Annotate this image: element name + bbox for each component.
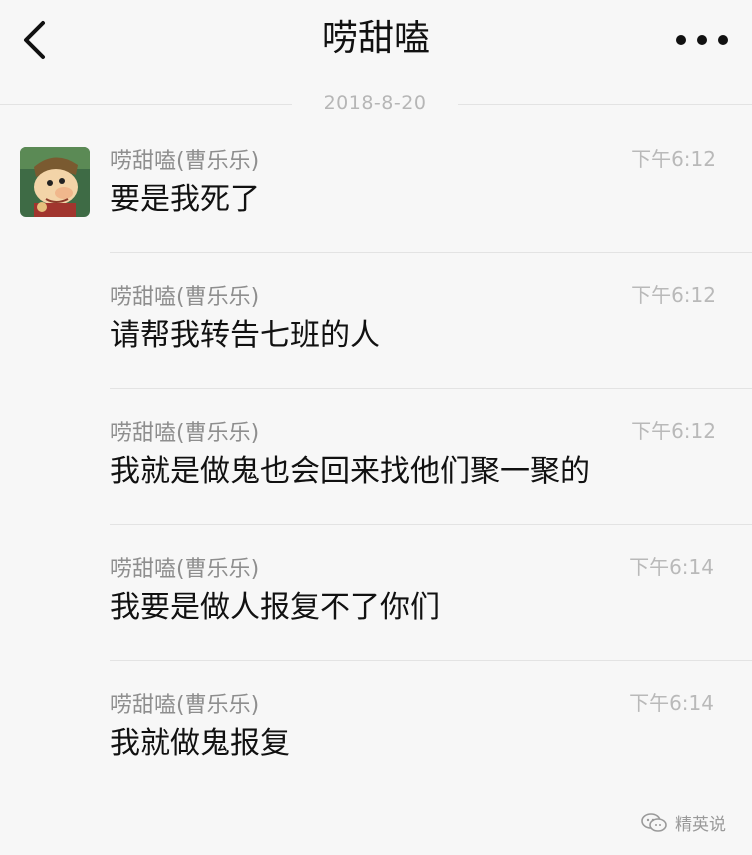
message-item[interactable]: 唠甜嗑(曹乐乐) 下午6:12 请帮我转告七班的人 bbox=[110, 279, 752, 415]
message-time: 下午6:12 bbox=[631, 419, 716, 443]
watermark: 精英说 bbox=[641, 810, 726, 835]
divider bbox=[0, 104, 292, 105]
message-text: 要是我死了 bbox=[110, 182, 260, 217]
divider bbox=[110, 524, 752, 525]
message-time: 下午6:14 bbox=[629, 691, 714, 715]
message-item[interactable]: 唠甜嗑(曹乐乐) 下午6:14 我就做鬼报复 bbox=[110, 687, 752, 823]
page-title: 唠甜嗑 bbox=[321, 18, 430, 59]
avatar-image bbox=[20, 147, 90, 217]
message-text: 我就是做鬼也会回来找他们聚一聚的 bbox=[110, 454, 590, 489]
message-text: 我要是做人报复不了你们 bbox=[110, 590, 440, 625]
divider bbox=[110, 252, 752, 253]
date-label: 2018-8-20 bbox=[323, 92, 427, 114]
chat-header: 唠甜嗑 bbox=[0, 0, 752, 88]
watermark-label: 精英说 bbox=[675, 815, 726, 835]
sender-name: 唠甜嗑(曹乐乐) bbox=[110, 557, 260, 582]
wechat-icon bbox=[641, 812, 667, 832]
divider bbox=[110, 388, 752, 389]
message-item[interactable]: 唠甜嗑(曹乐乐) 下午6:14 我要是做人报复不了你们 bbox=[110, 551, 752, 687]
message-text: 我就做鬼报复 bbox=[110, 726, 290, 761]
message-text: 请帮我转告七班的人 bbox=[110, 318, 380, 353]
date-separator: 2018-8-20 bbox=[0, 90, 752, 120]
divider bbox=[458, 104, 752, 105]
more-button[interactable] bbox=[676, 26, 728, 54]
avatar[interactable] bbox=[20, 147, 90, 217]
sender-name: 唠甜嗑(曹乐乐) bbox=[110, 149, 260, 174]
more-dots-icon bbox=[676, 35, 686, 45]
sender-name: 唠甜嗑(曹乐乐) bbox=[110, 285, 260, 310]
sender-name: 唠甜嗑(曹乐乐) bbox=[110, 693, 260, 718]
divider bbox=[110, 660, 752, 661]
message-time: 下午6:12 bbox=[631, 283, 716, 307]
more-dots-icon bbox=[697, 35, 707, 45]
message-item[interactable]: 唠甜嗑(曹乐乐) 下午6:12 要是我死了 bbox=[110, 143, 752, 279]
message-item[interactable]: 唠甜嗑(曹乐乐) 下午6:12 我就是做鬼也会回来找他们聚一聚的 bbox=[110, 415, 752, 551]
sender-name: 唠甜嗑(曹乐乐) bbox=[110, 421, 260, 446]
more-dots-icon bbox=[718, 35, 728, 45]
message-time: 下午6:14 bbox=[629, 555, 714, 579]
message-time: 下午6:12 bbox=[631, 147, 716, 171]
